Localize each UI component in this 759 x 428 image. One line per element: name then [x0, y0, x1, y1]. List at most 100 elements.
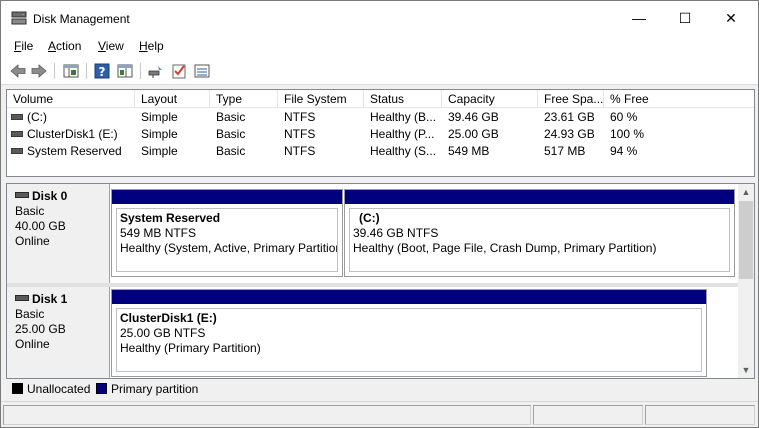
percent-free-cell: 60 % — [610, 110, 638, 124]
primary-partition-swatch — [96, 383, 107, 394]
disk-type: Basic — [15, 204, 45, 218]
primary-partition-bar — [112, 190, 342, 204]
partition-c-drive[interactable]: (C:) 39.46 GB NTFS Healthy (Boot, Page F… — [344, 189, 735, 277]
free-space-cell: 517 MB — [544, 144, 586, 158]
partition-name: System Reserved — [120, 211, 221, 225]
status-bar — [1, 401, 758, 427]
disk-management-window: Disk Management — ☐ ✕ File Action View H… — [0, 0, 759, 428]
volume-name: System Reserved — [27, 144, 122, 158]
column-header-capacity[interactable]: Capacity — [442, 90, 538, 108]
scroll-up-arrow-icon[interactable]: ▲ — [738, 184, 754, 200]
status-cell: Healthy (P... — [370, 127, 435, 141]
partition-status: Healthy (System, Active, Primary Partiti… — [120, 241, 338, 255]
menu-help-accelerator: H — [139, 39, 148, 53]
menu-action-accelerator: A — [48, 39, 57, 53]
svg-text:?: ? — [99, 65, 106, 79]
toolbar-separator — [54, 63, 55, 79]
list-view-icon[interactable] — [193, 62, 211, 80]
toolbar-separator — [140, 63, 141, 79]
type-cell: Basic — [216, 127, 246, 141]
layout-cell: Simple — [141, 110, 178, 124]
forward-icon[interactable] — [30, 62, 48, 80]
type-cell: Basic — [216, 144, 246, 158]
details-pane-icon[interactable] — [116, 62, 134, 80]
volume-row[interactable]: System Reserved Simple Basic NTFS Health… — [7, 143, 754, 160]
disk-0-label[interactable]: Disk 0 Basic 40.00 GB Online — [7, 184, 110, 283]
free-space-cell: 23.61 GB — [544, 110, 595, 124]
volume-cell: System Reserved — [11, 143, 135, 160]
menu-help[interactable]: Help — [139, 39, 164, 53]
disk-1-name-row: Disk 1 — [15, 292, 109, 307]
disk-separator — [7, 283, 738, 287]
percent-free-cell: 94 % — [610, 144, 638, 158]
disk-type: Basic — [15, 307, 45, 321]
legend-unallocated-label: Unallocated — [27, 382, 91, 396]
file-system-cell: NTFS — [284, 127, 316, 141]
help-icon[interactable]: ? — [93, 62, 111, 80]
connect-icon[interactable] — [147, 62, 165, 80]
scrollbar-thumb[interactable] — [739, 201, 753, 279]
disk-name: Disk 0 — [32, 189, 68, 203]
column-header-volume[interactable]: Volume — [7, 90, 135, 108]
partition-name: ClusterDisk1 (E:) — [120, 311, 217, 325]
disk-management-app-icon — [11, 11, 27, 25]
scroll-down-arrow-icon[interactable]: ▼ — [738, 362, 754, 378]
capacity-cell: 39.46 GB — [448, 110, 499, 124]
partition-status: Healthy (Boot, Page File, Crash Dump, Pr… — [353, 241, 657, 255]
disk-state: Online — [15, 337, 50, 351]
back-icon[interactable] — [9, 62, 27, 80]
column-header-type[interactable]: Type — [210, 90, 278, 108]
legend-primary-label: Primary partition — [111, 382, 199, 396]
minimize-button[interactable]: — — [616, 1, 662, 35]
partition-size-fs: 549 MB NTFS — [120, 226, 197, 240]
status-pane-tertiary — [645, 405, 755, 425]
partition-size-fs: 39.46 GB NTFS — [353, 226, 439, 240]
column-header-file-system[interactable]: File System — [278, 90, 364, 108]
menu-view-accelerator: V — [98, 39, 106, 53]
disk-graphical-view: Disk 0 Basic 40.00 GB Online System Rese… — [6, 183, 755, 379]
volume-row[interactable]: (C:) Simple Basic NTFS Healthy (B... 39.… — [7, 109, 754, 126]
menu-file[interactable]: File — [14, 39, 33, 53]
menu-view[interactable]: View — [98, 39, 124, 53]
partition-clusterdisk1[interactable]: ClusterDisk1 (E:) 25.00 GB NTFS Healthy … — [111, 289, 707, 377]
disk-size: 25.00 GB — [15, 322, 66, 336]
disk-size: 40.00 GB — [15, 219, 66, 233]
title-bar: Disk Management — ☐ ✕ — [1, 1, 758, 35]
partition-system-reserved[interactable]: System Reserved 549 MB NTFS Healthy (Sys… — [111, 189, 343, 277]
column-header-percent-free[interactable]: % Free — [604, 90, 754, 108]
status-pane-main — [3, 405, 531, 425]
checkmark-properties-icon[interactable] — [170, 62, 188, 80]
menu-action-rest: ction — [56, 39, 82, 53]
window-title: Disk Management — [33, 12, 130, 26]
disk-1-label[interactable]: Disk 1 Basic 25.00 GB Online — [7, 287, 110, 378]
partition-details: ClusterDisk1 (E:) 25.00 GB NTFS Healthy … — [116, 308, 702, 372]
vertical-scrollbar[interactable]: ▲ ▼ — [738, 184, 754, 378]
volume-row[interactable]: ClusterDisk1 (E:) Simple Basic NTFS Heal… — [7, 126, 754, 143]
menu-view-rest: iew — [105, 39, 124, 53]
drive-icon — [11, 130, 23, 137]
menu-action[interactable]: Action — [48, 39, 81, 53]
disk-icon — [15, 294, 29, 301]
partition-size-fs: 25.00 GB NTFS — [120, 326, 206, 340]
column-header-layout[interactable]: Layout — [135, 90, 210, 108]
console-tree-icon[interactable] — [62, 62, 80, 80]
legend: Unallocated Primary partition — [6, 379, 755, 399]
file-system-cell: NTFS — [284, 144, 316, 158]
column-header-free-space[interactable]: Free Spa... — [538, 90, 604, 108]
status-cell: Healthy (B... — [370, 110, 437, 124]
column-header-status[interactable]: Status — [364, 90, 442, 108]
free-space-cell: 24.93 GB — [544, 127, 595, 141]
volume-cell: (C:) — [11, 109, 135, 126]
partition-name: (C:) — [359, 211, 380, 225]
drive-icon — [11, 113, 23, 120]
close-button[interactable]: ✕ — [708, 1, 754, 35]
toolbar: ? — [1, 57, 758, 85]
maximize-button[interactable]: ☐ — [662, 1, 708, 35]
disk-state: Online — [15, 234, 50, 248]
volume-cell: ClusterDisk1 (E:) — [11, 126, 135, 143]
layout-cell: Simple — [141, 144, 178, 158]
menu-help-rest: elp — [147, 39, 164, 53]
unallocated-swatch — [12, 383, 23, 394]
toolbar-separator — [86, 63, 87, 79]
partition-status: Healthy (Primary Partition) — [120, 341, 261, 355]
